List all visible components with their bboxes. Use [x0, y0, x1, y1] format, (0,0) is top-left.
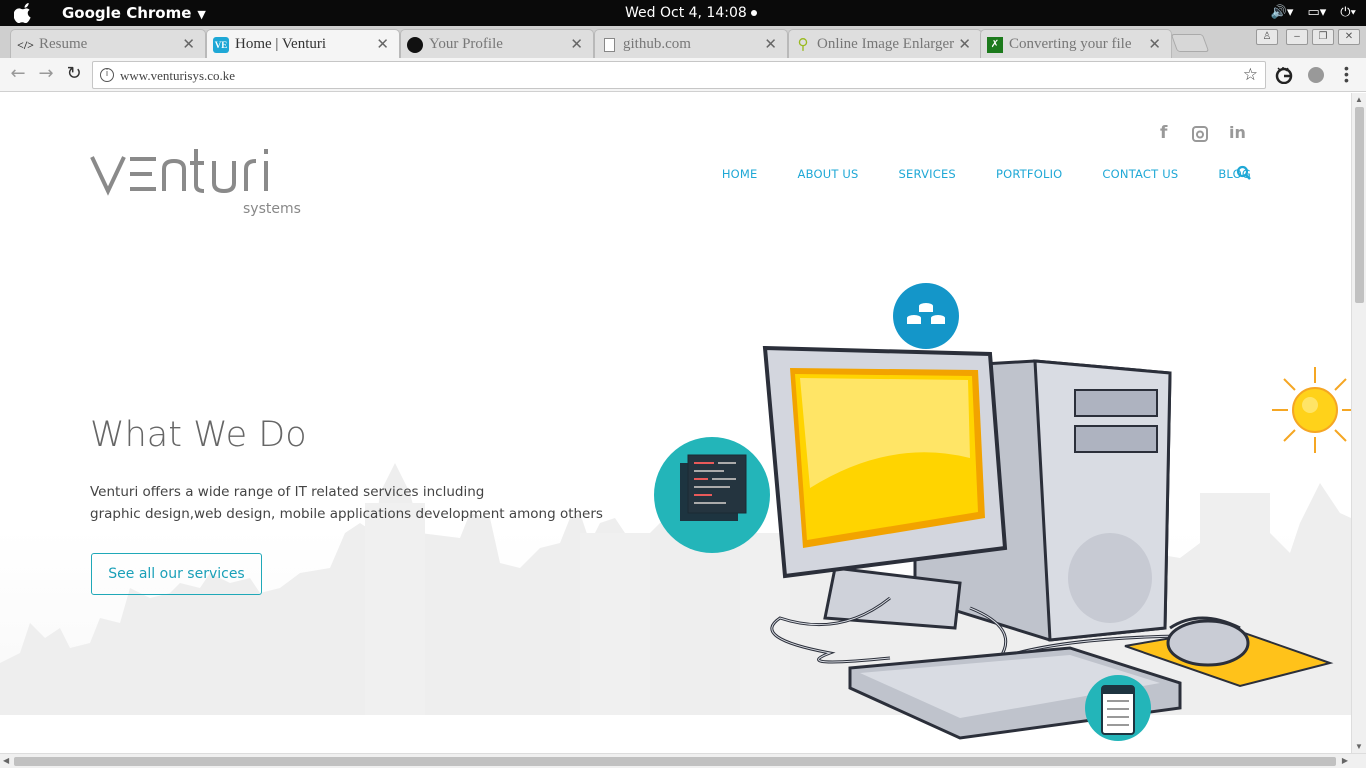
bookmark-star-icon[interactable]: ☆ — [1243, 65, 1258, 85]
extension-chat-icon[interactable] — [1307, 66, 1325, 84]
search-icon[interactable] — [1236, 165, 1252, 181]
tab-converting[interactable]: ✗ Converting your file ✕ — [980, 29, 1172, 58]
sun-decoration-icon — [1272, 367, 1351, 453]
tab-label: Your Profile — [429, 35, 503, 52]
tab-your-profile[interactable]: Your Profile ✕ — [400, 29, 594, 58]
tab-label: Online Image Enlarger — [817, 35, 955, 52]
section-heading: What We Do — [90, 415, 307, 455]
site-logo[interactable]: systems — [90, 145, 305, 220]
battery-icon[interactable]: ▭▾ — [1307, 4, 1326, 20]
description-line-1: Venturi offers a wide range of IT relate… — [90, 484, 485, 500]
scroll-up-icon[interactable]: ▲ — [1355, 95, 1363, 104]
app-menu[interactable]: Google Chrome ▼ — [62, 4, 206, 22]
tab-image-enlarger[interactable]: ⚲ Online Image Enlarger ✕ — [788, 29, 982, 58]
venturi-favicon-icon: VE — [213, 37, 229, 53]
scroll-right-icon[interactable]: ▶ — [1342, 756, 1348, 765]
converter-icon: ✗ — [987, 37, 1003, 53]
browser-toolbar: ← → ↻ i www.venturisys.co.ke ☆ • • • — [0, 58, 1366, 92]
instagram-icon[interactable] — [1192, 126, 1208, 142]
tab-label: github.com — [623, 35, 691, 52]
database-icon — [893, 283, 959, 349]
close-icon[interactable]: ✕ — [570, 35, 583, 53]
os-menu-bar: Google Chrome ▼ Wed Oct 4, 14:08 🔊▾ ▭▾ ⏻▾ — [0, 0, 1366, 26]
vertical-scroll-thumb[interactable] — [1355, 107, 1364, 303]
back-button[interactable]: ← — [7, 63, 29, 85]
clock-label: Wed Oct 4, 14:08 — [625, 5, 747, 21]
code-icon — [654, 437, 770, 553]
apple-icon[interactable] — [14, 3, 34, 23]
computer-illustration — [654, 283, 1334, 741]
tab-label: Converting your file — [1009, 35, 1132, 52]
volume-icon[interactable]: 🔊▾ — [1271, 4, 1294, 20]
forward-button[interactable]: → — [35, 63, 57, 85]
minimize-button[interactable]: – — [1286, 29, 1308, 45]
facebook-icon[interactable]: f — [1160, 123, 1167, 143]
new-tab-button[interactable] — [1170, 34, 1210, 52]
close-icon[interactable]: ✕ — [1148, 35, 1161, 53]
horizontal-scroll-thumb[interactable] — [14, 757, 1336, 766]
menu-icon[interactable]: • • • — [1344, 61, 1349, 87]
close-icon[interactable]: ✕ — [764, 35, 777, 53]
reload-button[interactable]: ↻ — [63, 63, 85, 85]
power-icon[interactable]: ⏻▾ — [1340, 4, 1356, 20]
caret-down-icon: ▼ — [197, 8, 206, 21]
close-icon[interactable]: ✕ — [182, 35, 195, 53]
app-name: Google Chrome — [62, 4, 192, 22]
nav-services[interactable]: SERVICES — [899, 167, 956, 181]
tab-github[interactable]: github.com ✕ — [594, 29, 788, 58]
page-icon — [604, 38, 615, 52]
extension-g-icon[interactable] — [1275, 66, 1293, 84]
section-description: Venturi offers a wide range of IT relate… — [90, 481, 603, 525]
tab-label: Home | Venturi — [235, 35, 327, 52]
nav-contact-us[interactable]: CONTACT US — [1102, 167, 1178, 181]
github-icon — [407, 37, 423, 53]
linkedin-icon[interactable]: in — [1229, 123, 1246, 142]
logo-subtitle: systems — [243, 201, 301, 217]
url-text: www.venturisys.co.ke — [120, 68, 236, 83]
scroll-left-icon[interactable]: ◀ — [3, 756, 9, 765]
nav-home[interactable]: HOME — [722, 167, 758, 181]
profile-button[interactable]: ♙ — [1256, 29, 1278, 45]
close-icon[interactable]: ✕ — [958, 35, 971, 53]
horizontal-scrollbar[interactable]: ◀ ▶ — [0, 753, 1366, 768]
close-window-button[interactable]: ✕ — [1338, 29, 1360, 45]
address-bar[interactable]: i www.venturisys.co.ke ☆ — [92, 61, 1266, 89]
web-page: systems f in HOME ABOUT US SERVICES PORT… — [0, 93, 1351, 753]
scroll-down-icon[interactable]: ▼ — [1355, 742, 1363, 751]
info-icon[interactable]: i — [100, 68, 114, 82]
tab-venturi[interactable]: VE Home | Venturi ✕ — [206, 29, 400, 58]
notification-dot-icon — [750, 10, 757, 16]
code-icon: </> — [17, 38, 35, 52]
restore-button[interactable]: ❐ — [1312, 29, 1334, 45]
close-icon[interactable]: ✕ — [376, 35, 389, 53]
see-services-button[interactable]: See all our services — [91, 553, 262, 595]
vertical-scrollbar[interactable]: ▲ ▼ — [1351, 93, 1366, 753]
nav-about-us[interactable]: ABOUT US — [798, 167, 859, 181]
server-icon — [1085, 675, 1151, 741]
main-nav: HOME ABOUT US SERVICES PORTFOLIO CONTACT… — [682, 167, 1251, 181]
description-line-2: graphic design,web design, mobile applic… — [90, 506, 603, 522]
tab-label: Resume — [39, 35, 88, 52]
clock[interactable]: Wed Oct 4, 14:08 — [625, 5, 757, 21]
tab-resume[interactable]: </> Resume ✕ — [10, 29, 206, 58]
tab-strip: </> Resume ✕ VE Home | Venturi ✕ Your Pr… — [0, 26, 1366, 58]
nav-portfolio[interactable]: PORTFOLIO — [996, 167, 1062, 181]
magnifier-icon: ⚲ — [797, 37, 809, 53]
